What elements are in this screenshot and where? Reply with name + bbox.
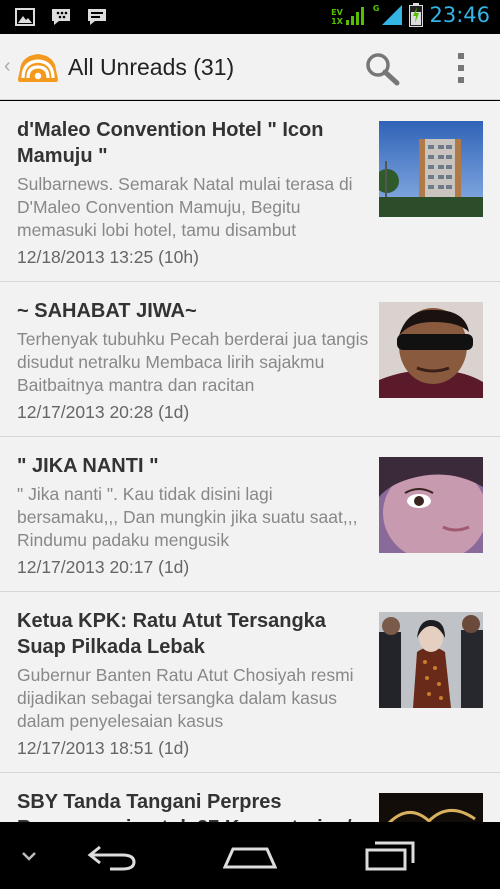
article-thumbnail bbox=[379, 457, 483, 553]
article-list-item[interactable]: Ketua KPK: Ratu Atut Tersangka Suap Pilk… bbox=[0, 592, 500, 773]
navigation-bar bbox=[0, 822, 500, 889]
article-date: 12/18/2013 13:25 (10h) bbox=[17, 247, 199, 267]
rss-logo-icon[interactable] bbox=[16, 48, 60, 88]
article-date: 12/17/2013 20:17 (1d) bbox=[17, 557, 190, 577]
article-title: d'Maleo Convention Hotel " Icon Mamuju " bbox=[17, 119, 324, 167]
article-date: 12/17/2013 18:51 (1d) bbox=[17, 738, 190, 758]
signal-icon bbox=[345, 7, 364, 25]
network-label-1x: 1X bbox=[331, 17, 343, 26]
signal-icon-2 bbox=[382, 5, 403, 25]
action-bar: ‹ All Unreads (31) bbox=[0, 34, 500, 100]
article-title: " JIKA NANTI " bbox=[17, 455, 159, 477]
article-thumbnail bbox=[379, 302, 483, 398]
article-list-item[interactable]: ~ SAHABAT JIWA~ Terhenyak tubuhku Pecah … bbox=[0, 282, 500, 437]
article-thumbnail bbox=[379, 793, 483, 822]
overflow-menu-icon[interactable] bbox=[448, 50, 474, 86]
recent-apps-icon[interactable] bbox=[360, 838, 420, 874]
article-snippet: Gubernur Banten Ratu Atut Chosiyah resmi… bbox=[17, 665, 354, 731]
article-snippet: Terhenyak tubuhku Pecah berderai jua tan… bbox=[17, 329, 369, 395]
search-icon[interactable] bbox=[364, 52, 402, 86]
article-list[interactable]: d'Maleo Convention Hotel " Icon Mamuju "… bbox=[0, 101, 500, 822]
status-bar: EV 1X G 23:46 bbox=[0, 0, 500, 34]
bbm-notification-icon bbox=[50, 6, 72, 28]
article-title: Ketua KPK: Ratu Atut Tersangka Suap Pilk… bbox=[17, 610, 326, 658]
article-snippet: " Jika nanti ". Kau tidak disini lagi be… bbox=[17, 484, 358, 550]
article-date: 12/17/2013 20:28 (1d) bbox=[17, 402, 190, 422]
article-list-item[interactable]: SBY Tanda Tangani Perpres Remunerasi unt… bbox=[0, 773, 500, 822]
up-caret-icon[interactable]: ‹ bbox=[4, 54, 11, 78]
network-indicator-left: EV 1X bbox=[331, 4, 367, 26]
article-thumbnail bbox=[379, 612, 483, 708]
home-icon[interactable] bbox=[218, 838, 282, 874]
battery-icon bbox=[409, 3, 424, 27]
message-notification-icon bbox=[86, 6, 108, 28]
network-indicator-right: G bbox=[373, 4, 404, 26]
article-thumbnail bbox=[379, 121, 483, 217]
screen-title: All Unreads (31) bbox=[68, 54, 235, 80]
network-label-ev: EV bbox=[331, 8, 343, 17]
back-icon[interactable] bbox=[82, 838, 142, 874]
article-list-item[interactable]: " JIKA NANTI " " Jika nanti ". Kau tidak… bbox=[0, 437, 500, 592]
article-snippet: Sulbarnews. Semarak Natal mulai terasa d… bbox=[17, 174, 353, 240]
article-list-item[interactable]: d'Maleo Convention Hotel " Icon Mamuju "… bbox=[0, 101, 500, 282]
image-notification-icon bbox=[14, 6, 36, 28]
network-label-g: G bbox=[372, 4, 380, 13]
hide-keyboard-icon[interactable] bbox=[12, 838, 46, 874]
article-title: ~ SAHABAT JIWA~ bbox=[17, 300, 197, 322]
status-time: 23:46 bbox=[429, 3, 490, 27]
article-title: SBY Tanda Tangani Perpres Remunerasi unt… bbox=[17, 791, 352, 822]
